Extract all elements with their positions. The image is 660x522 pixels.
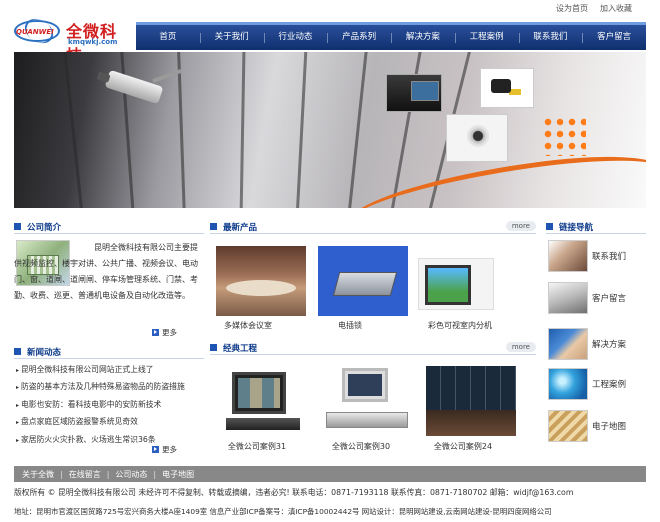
- quicklink-contact[interactable]: 联系我们: [548, 240, 648, 274]
- quicklink-cases[interactable]: 工程案例: [548, 368, 648, 402]
- cases-section-title: 经典工程 more: [210, 341, 536, 355]
- case-image-31[interactable]: [226, 370, 300, 436]
- logo[interactable]: QUANWEI 全微科技 kmqwkj.com: [14, 18, 132, 65]
- product-caption[interactable]: 多媒体会议室: [216, 320, 280, 331]
- add-favorite-link[interactable]: 加入收藏: [600, 3, 632, 14]
- footer-copyright: 版权所有 © 昆明全微科技有限公司 未经许可不得复制、转载或摘编，违者必究! 联…: [14, 488, 574, 497]
- logo-en-text: QUANWEI: [16, 28, 54, 36]
- nav-guestbook[interactable]: 客户留言: [582, 25, 646, 50]
- nav-about[interactable]: 关于我们: [199, 25, 264, 50]
- more-arrow-icon: [152, 329, 159, 336]
- security-camera-icon: [104, 69, 164, 105]
- footer-separator: |: [153, 469, 157, 479]
- section-square-icon: [546, 223, 553, 230]
- product-caption[interactable]: 彩色可视室内分机: [410, 320, 510, 331]
- nav-cases[interactable]: 工程案例: [454, 25, 519, 50]
- hero-banner: [14, 52, 646, 208]
- case-caption[interactable]: 全微公司案例30: [326, 441, 396, 452]
- news-list: 昆明全微科技有限公司网站正式上线了 防盗的基本方法及几种特殊易盗物品的防盗措施 …: [16, 362, 202, 449]
- case-image-30[interactable]: [326, 368, 408, 438]
- section-square-icon: [210, 344, 217, 351]
- footer-link-news[interactable]: 公司动态: [115, 469, 147, 480]
- footer-link-about[interactable]: 关于全微: [22, 469, 54, 480]
- footer-link-map[interactable]: 电子地图: [162, 469, 194, 480]
- quicklink-map-image: [548, 410, 588, 442]
- footer-address: 地址：昆明市官渡区国贸路725号宏兴商务大楼A座1409室 信息产业部ICP备案…: [14, 507, 552, 516]
- main-nav: 首页 关于我们 行业动态 产品系列 解决方案 工程案例 联系我们 客户留言: [136, 22, 646, 50]
- quicklink-guestbook-image: [548, 282, 588, 314]
- case-image-24[interactable]: [426, 366, 516, 436]
- quicklink-solutions-image: [548, 328, 588, 360]
- news-item[interactable]: 昆明全微科技有限公司网站正式上线了: [16, 362, 202, 379]
- products-section-title: 最新产品 more: [210, 220, 536, 234]
- nav-home[interactable]: 首页: [136, 25, 200, 50]
- intro-section-title: 公司简介: [14, 220, 204, 234]
- section-square-icon: [14, 223, 21, 230]
- news-item[interactable]: 防盗的基本方法及几种特殊易盗物品的防盗措施: [16, 379, 202, 396]
- banner-dome-camera-thumb: [446, 114, 508, 162]
- quicklink-contact-image: [548, 240, 588, 272]
- banner-dots-decoration: [542, 116, 586, 156]
- nav-industry[interactable]: 行业动态: [263, 25, 328, 50]
- links-section-title: 链接导航: [546, 220, 646, 234]
- cases-more-button[interactable]: more: [505, 342, 536, 352]
- top-links: 设为首页 加入收藏: [556, 3, 632, 14]
- case-caption[interactable]: 全微公司案例31: [222, 441, 292, 452]
- nav-contact[interactable]: 联系我们: [518, 25, 583, 50]
- products-title-text: 最新产品: [223, 222, 258, 233]
- section-square-icon: [14, 348, 21, 355]
- product-caption[interactable]: 电插锁: [318, 320, 382, 331]
- product-image-meeting-room[interactable]: [216, 246, 306, 316]
- banner-cable-thumb: [480, 68, 534, 108]
- products-more-button[interactable]: more: [505, 221, 536, 231]
- nav-solutions[interactable]: 解决方案: [391, 25, 455, 50]
- nav-products[interactable]: 产品系列: [327, 25, 391, 50]
- links-title-text: 链接导航: [559, 222, 594, 233]
- quicklink-cases-image: [548, 368, 588, 400]
- logo-domain: kmqwkj.com: [68, 38, 118, 46]
- banner-monitor-thumb: [386, 74, 442, 112]
- section-square-icon: [210, 223, 217, 230]
- quicklink-map[interactable]: 电子地图: [548, 410, 648, 444]
- cases-title-text: 经典工程: [223, 343, 258, 354]
- news-item[interactable]: 电影也安防：看科技电影中的安防新技术: [16, 397, 202, 414]
- more-arrow-icon: [152, 446, 159, 453]
- quicklink-solutions[interactable]: 解决方案: [548, 328, 648, 362]
- news-item[interactable]: 盘点家庭区域防盗报警系统见奇效: [16, 414, 202, 431]
- case-caption[interactable]: 全微公司案例24: [428, 441, 498, 452]
- footer-nav: 关于全微 | 在线留言 | 公司动态 | 电子地图: [14, 466, 646, 482]
- footer-link-guestbook[interactable]: 在线留言: [69, 469, 101, 480]
- news-title-text: 新闻动态: [27, 347, 62, 358]
- footer-separator: |: [60, 469, 63, 479]
- intro-text: 昆明全微科技有限公司主要提供视频监控、楼宇对讲、公共广播、视频会议、电动门、窗、…: [14, 243, 198, 300]
- product-image-electric-lock[interactable]: [318, 246, 408, 316]
- quicklink-guestbook[interactable]: 客户留言: [548, 282, 648, 316]
- footer-separator: |: [106, 469, 110, 479]
- news-section-title: 新闻动态: [14, 345, 204, 359]
- set-home-link[interactable]: 设为首页: [556, 3, 588, 14]
- product-image-video-intercom[interactable]: [418, 258, 494, 310]
- news-more-link[interactable]: 更多: [152, 444, 177, 455]
- intro-more-link[interactable]: 更多: [152, 327, 177, 338]
- intro-title-text: 公司简介: [27, 222, 62, 233]
